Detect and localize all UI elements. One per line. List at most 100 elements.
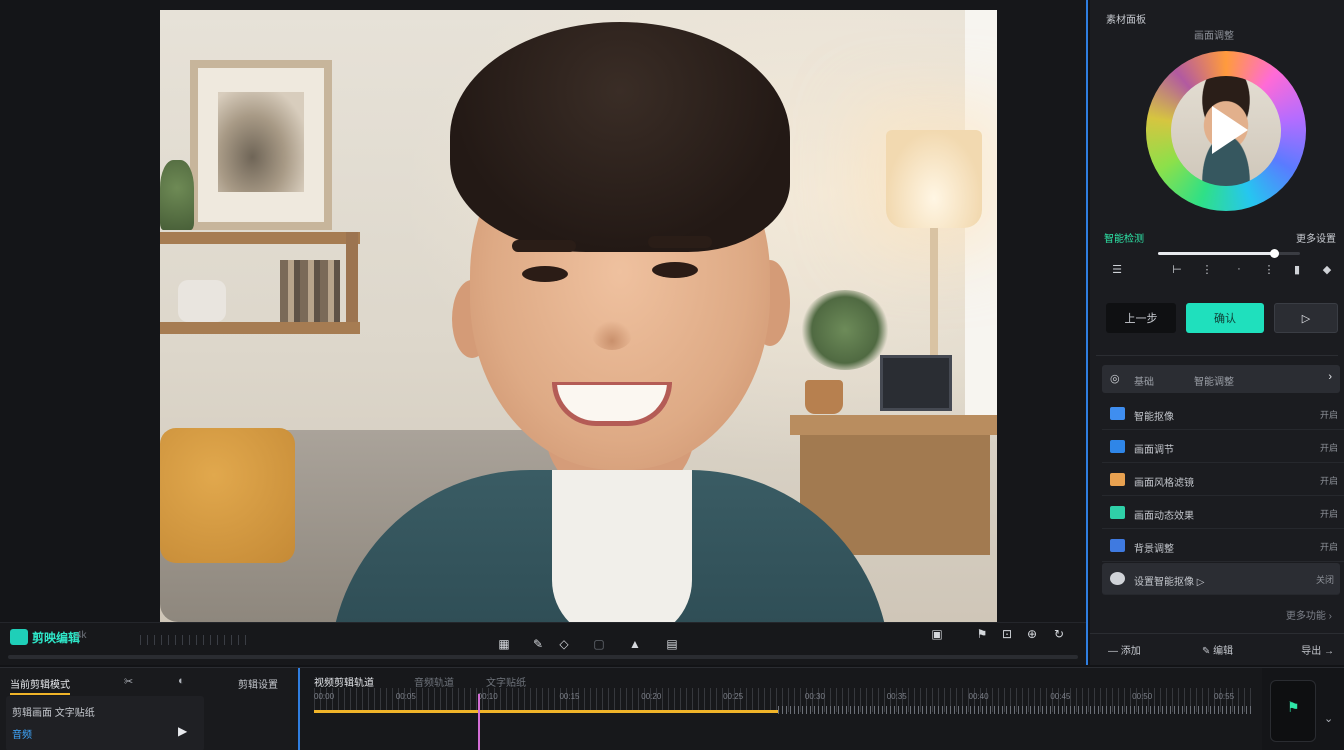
brow-left <box>512 240 576 252</box>
time-mark-label: 00:10 <box>477 692 498 701</box>
tshirt <box>552 470 692 622</box>
layer-icon[interactable]: ◆ <box>1320 262 1334 276</box>
flag-green-icon: ⚑ <box>1287 699 1300 715</box>
status-left: 智能检测 <box>1104 234 1144 245</box>
list-item[interactable]: 画面调节 开启 <box>1102 431 1344 463</box>
edit-button[interactable]: ✎ 编辑 <box>1202 642 1233 657</box>
intensity-slider[interactable] <box>1158 249 1300 258</box>
status-right[interactable]: 更多设置 <box>1296 230 1336 245</box>
time-mark-label: 00:45 <box>1050 692 1071 701</box>
time-mark-label: 00:35 <box>886 692 907 701</box>
filter-icon <box>1110 473 1125 486</box>
dot-icon[interactable]: · <box>1232 262 1246 276</box>
playhead[interactable] <box>478 694 480 750</box>
export-button[interactable]: 导出 → <box>1301 642 1334 657</box>
prev-button[interactable]: 上一步 <box>1106 303 1176 333</box>
time-mark-label: 00:55 <box>1214 692 1235 701</box>
mode-title[interactable]: 当前剪辑模式 <box>10 676 70 695</box>
track-tab[interactable]: 音频轨道 <box>414 674 454 689</box>
wall-frame <box>190 60 332 230</box>
timeline-divider[interactable] <box>298 668 300 750</box>
list-item-value: 开启 <box>1319 509 1338 519</box>
list-item[interactable]: 画面动态效果 开启 <box>1102 497 1344 529</box>
edit-settings-link[interactable]: 剪辑设置 <box>238 676 278 691</box>
person-subject <box>330 22 890 622</box>
list-item-value: 开启 <box>1319 476 1338 486</box>
color-wheel[interactable] <box>1146 51 1306 211</box>
mask-icon[interactable]: ◐ <box>178 675 185 687</box>
list-item-selected[interactable]: 设置智能抠像 ▷ 关闭 <box>1102 563 1340 595</box>
video-track-clip[interactable] <box>314 710 778 713</box>
play-small-icon[interactable]: ▶ <box>178 724 187 738</box>
list-header[interactable]: ◎ 基础 智能调整 › <box>1102 365 1340 393</box>
link-icon <box>1110 407 1125 420</box>
motion-icon <box>1110 506 1125 519</box>
zoom-icon[interactable]: ⊕ <box>1025 627 1039 641</box>
pin-icon[interactable]: ⋮ <box>1262 262 1276 276</box>
fit-icon[interactable]: ⊡ <box>1000 627 1014 641</box>
left-margin <box>0 0 160 622</box>
audio-waveform[interactable] <box>778 706 1254 714</box>
scrub-ticks <box>140 635 250 645</box>
clip-card-line2: 音频 <box>12 730 32 741</box>
video-preview-canvas[interactable] <box>160 10 997 622</box>
list-item-value: 开启 <box>1319 443 1338 453</box>
play-icon[interactable] <box>1212 106 1248 154</box>
list-item[interactable]: 背景调整 开启 <box>1102 530 1344 562</box>
scrub-bar[interactable] <box>8 655 1078 659</box>
cut-icon[interactable]: ✂ <box>124 675 133 688</box>
list-item[interactable]: 智能抠像 开启 <box>1102 398 1344 430</box>
pillow <box>160 428 295 563</box>
resolution-label: 4k <box>76 630 87 641</box>
pen-icon[interactable]: ✎ <box>531 637 545 651</box>
app-logo-icon <box>10 629 28 645</box>
panel-divider <box>1096 355 1338 356</box>
plant-left <box>160 160 194 230</box>
screen-icon[interactable]: ▣ <box>930 627 944 641</box>
chevron-down-icon[interactable]: ⌄ <box>1324 712 1333 725</box>
chevron-right-icon: › <box>1328 371 1332 383</box>
bars-icon[interactable]: ⋮ <box>1200 262 1214 276</box>
track-tab[interactable]: 视频剪辑轨道 <box>314 674 374 689</box>
export-icon[interactable]: ▤ <box>665 637 679 651</box>
pointer-icon[interactable]: ▲ <box>628 637 642 651</box>
timeline: 当前剪辑模式 ✂ ◐ 剪辑设置 剪辑画面 文字贴纸 音频 ▶ 视频剪辑轨道 音频… <box>0 667 1344 750</box>
tune-icon[interactable]: ⊢ <box>1170 262 1184 276</box>
align-icon[interactable]: ☰ <box>1110 262 1124 276</box>
panel-splitter[interactable] <box>1086 0 1088 665</box>
add-button[interactable]: — 添加 <box>1108 642 1141 657</box>
time-mark-label: 00:30 <box>804 692 825 701</box>
app-title: 剪映编辑 <box>32 631 81 645</box>
list-item-label: 画面风格滤镜 <box>1134 478 1194 489</box>
confirm-button[interactable]: 确认 <box>1186 303 1264 333</box>
refresh-icon[interactable]: ↻ <box>1052 627 1066 641</box>
slider-fill <box>1158 252 1275 255</box>
lamp-shade <box>886 130 982 228</box>
hair <box>450 22 790 252</box>
flag-icon[interactable]: ⚑ <box>975 627 989 641</box>
play-button[interactable]: ▷ <box>1274 303 1338 333</box>
slider-thumb[interactable] <box>1270 249 1280 258</box>
preview-viewer: 剪映编辑 4k ▦ ✎ ◇ ▢ ▲ ▤ ▣ ⚑ ⊡ ⊕ ↻ <box>0 0 1086 665</box>
list-item[interactable]: 画面风格滤镜 开启 <box>1102 464 1344 496</box>
keyframe-button[interactable]: ⚑ <box>1270 680 1316 742</box>
crop-icon[interactable]: ▢ <box>592 637 606 651</box>
list-header-label: 基础 <box>1134 377 1154 388</box>
clip-card-line1: 剪辑画面 文字贴纸 <box>12 708 95 719</box>
time-mark-label: 00:25 <box>723 692 744 701</box>
track-tab[interactable]: 文字贴纸 <box>486 674 526 689</box>
more-link[interactable]: 更多功能 › <box>1286 607 1332 622</box>
time-mark-label: 00:00 <box>314 692 335 701</box>
list-item-label: 画面调节 <box>1134 445 1174 456</box>
time-mark-label: 00:05 <box>395 692 416 701</box>
copy-icon[interactable]: ▮ <box>1290 262 1304 276</box>
clip-card[interactable]: 剪辑画面 文字贴纸 音频 ▶ <box>6 696 204 750</box>
time-mark-label: 00:40 <box>968 692 989 701</box>
desk-monitor <box>880 355 952 411</box>
grid-icon[interactable]: ▦ <box>497 637 511 651</box>
cutout-icon <box>1110 572 1125 585</box>
list-item-label: 设置智能抠像 ▷ <box>1134 577 1205 588</box>
eye-right <box>652 262 698 278</box>
background-icon <box>1110 539 1125 552</box>
eraser-icon[interactable]: ◇ <box>557 637 571 651</box>
